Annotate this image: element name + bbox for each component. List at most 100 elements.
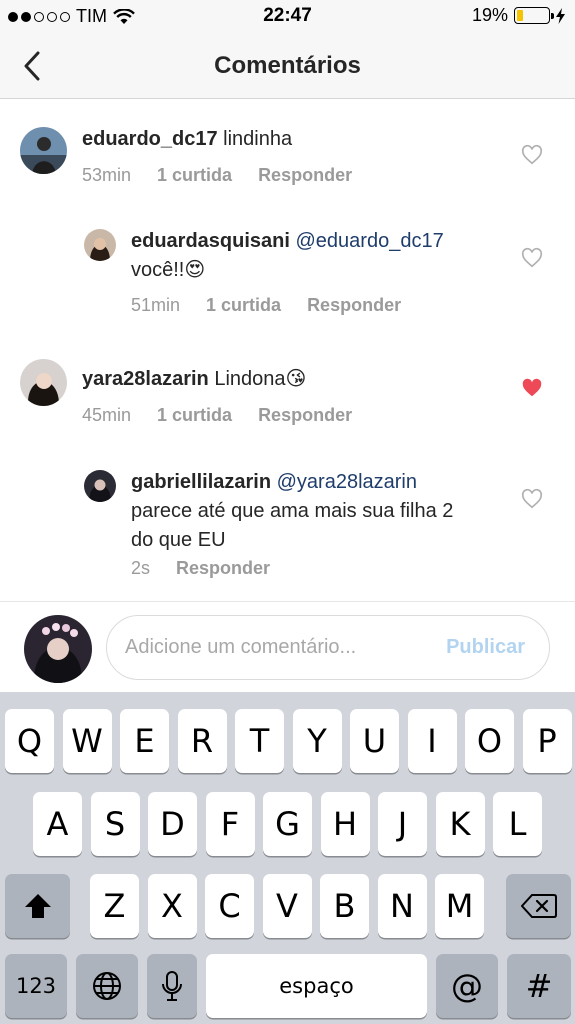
avatar[interactable] bbox=[20, 127, 67, 174]
comment-time: 51min bbox=[131, 295, 181, 315]
avatar[interactable] bbox=[84, 470, 116, 502]
key-label: Q bbox=[16, 722, 43, 760]
key-label: L bbox=[508, 805, 527, 843]
comment-time: 45min bbox=[82, 405, 132, 425]
key-label: J bbox=[397, 805, 408, 843]
microphone-key[interactable] bbox=[147, 954, 197, 1018]
key-x[interactable]: X bbox=[147, 874, 197, 938]
key-label: G bbox=[275, 805, 300, 843]
comment-text: parece até que ama mais sua filha 2 bbox=[131, 500, 454, 522]
hash-key[interactable]: # bbox=[507, 954, 571, 1018]
key-label: Z bbox=[103, 887, 126, 925]
key-n[interactable]: N bbox=[377, 874, 427, 938]
reply-button[interactable]: Responder bbox=[176, 558, 270, 579]
comment-time: 2s bbox=[131, 558, 151, 578]
key-e[interactable]: E bbox=[120, 709, 169, 773]
at-key[interactable]: @ bbox=[436, 954, 498, 1018]
backspace-icon bbox=[520, 894, 557, 918]
key-label: X bbox=[161, 887, 183, 925]
nav-bar: Comentários bbox=[0, 32, 575, 99]
reply-button[interactable]: Responder bbox=[307, 295, 401, 316]
comment-input-placeholder: Adicione um comentário... bbox=[125, 636, 357, 658]
battery-level bbox=[517, 10, 523, 21]
publish-button[interactable]: Publicar bbox=[446, 636, 525, 659]
key-h[interactable]: H bbox=[320, 792, 370, 856]
key-o[interactable]: O bbox=[465, 709, 514, 773]
current-user-avatar bbox=[24, 615, 92, 683]
key-t[interactable]: T bbox=[235, 709, 284, 773]
key-label: R bbox=[190, 722, 214, 760]
backspace-key[interactable] bbox=[506, 874, 571, 938]
key-label: C bbox=[218, 887, 241, 925]
comment-text: lindinha bbox=[217, 128, 293, 150]
key-label: F bbox=[220, 805, 240, 843]
like-count[interactable]: 1 curtida bbox=[157, 405, 232, 426]
comment-text: você!!😍 bbox=[131, 259, 206, 281]
key-z[interactable]: Z bbox=[90, 874, 139, 938]
key-label: I bbox=[427, 722, 437, 760]
shift-key[interactable] bbox=[5, 874, 70, 938]
comment-mention[interactable]: @yara28lazarin bbox=[277, 471, 417, 493]
hash-key-label: # bbox=[525, 967, 553, 1005]
at-key-label: @ bbox=[451, 967, 483, 1005]
key-b[interactable]: B bbox=[320, 874, 369, 938]
keyboard: QWERTYU I OP ASDFGH J KL ZXCVBNM 123 espaço bbox=[0, 692, 575, 1024]
key-label: H bbox=[332, 805, 358, 843]
comment-input[interactable]: Adicione um comentário... Publicar bbox=[106, 615, 550, 680]
key-r[interactable]: R bbox=[177, 709, 227, 773]
battery-percent: 19% bbox=[471, 5, 508, 25]
key-k[interactable]: K bbox=[435, 792, 485, 856]
key-l[interactable]: L bbox=[493, 792, 542, 856]
key-i[interactable]: I bbox=[407, 709, 457, 773]
comment-composer: Adicione um comentário... Publicar bbox=[0, 601, 575, 692]
key-label: E bbox=[134, 722, 155, 760]
heart-filled-icon[interactable] bbox=[521, 377, 543, 399]
avatar[interactable] bbox=[20, 359, 67, 406]
numbers-key-label: 123 bbox=[15, 974, 57, 998]
key-j[interactable]: J bbox=[378, 792, 427, 856]
key-label: S bbox=[104, 805, 126, 843]
comment-text: Lindona😘 bbox=[208, 368, 307, 390]
key-label: U bbox=[362, 722, 387, 760]
numbers-key[interactable]: 123 bbox=[5, 954, 67, 1018]
key-w[interactable]: W bbox=[62, 709, 112, 773]
key-p[interactable]: P bbox=[522, 709, 572, 773]
key-s[interactable]: S bbox=[90, 792, 140, 856]
comment-username[interactable]: eduardo_dc17 bbox=[82, 128, 218, 150]
key-label: T bbox=[249, 722, 270, 760]
key-label: N bbox=[390, 887, 414, 925]
comment-mention[interactable]: @eduardo_dc17 bbox=[296, 230, 444, 252]
key-y[interactable]: Y bbox=[292, 709, 342, 773]
key-d[interactable]: D bbox=[148, 792, 197, 856]
key-label: W bbox=[71, 722, 103, 760]
like-count[interactable]: 1 curtida bbox=[157, 165, 232, 186]
key-g[interactable]: G bbox=[263, 792, 312, 856]
key-a[interactable]: A bbox=[33, 792, 82, 856]
shift-icon bbox=[24, 894, 51, 918]
comment-username[interactable]: gabriellilazarin bbox=[131, 471, 271, 493]
reply-button[interactable]: Responder bbox=[258, 165, 352, 186]
key-u[interactable]: U bbox=[350, 709, 399, 773]
heart-icon[interactable] bbox=[521, 144, 543, 166]
page-title: Comentários bbox=[214, 52, 361, 79]
like-count[interactable]: 1 curtida bbox=[206, 295, 281, 316]
key-f[interactable]: F bbox=[205, 792, 255, 856]
comment-username[interactable]: eduardasquisani bbox=[131, 230, 290, 252]
space-key[interactable]: espaço bbox=[206, 954, 427, 1018]
key-q[interactable]: Q bbox=[5, 709, 54, 773]
heart-icon[interactable] bbox=[521, 488, 543, 510]
globe-key[interactable] bbox=[76, 954, 138, 1018]
charging-bolt-icon bbox=[556, 7, 565, 24]
microphone-icon bbox=[162, 971, 182, 1001]
key-m[interactable]: M bbox=[435, 874, 484, 938]
key-label: A bbox=[46, 805, 69, 843]
reply-button[interactable]: Responder bbox=[258, 405, 352, 426]
key-label: O bbox=[476, 722, 503, 760]
comment-username[interactable]: yara28lazarin bbox=[82, 368, 209, 390]
key-c[interactable]: C bbox=[205, 874, 254, 938]
key-label: M bbox=[445, 887, 474, 925]
key-v[interactable]: V bbox=[262, 874, 312, 938]
globe-icon bbox=[93, 972, 121, 1000]
heart-icon[interactable] bbox=[521, 247, 543, 269]
avatar[interactable] bbox=[84, 229, 116, 261]
